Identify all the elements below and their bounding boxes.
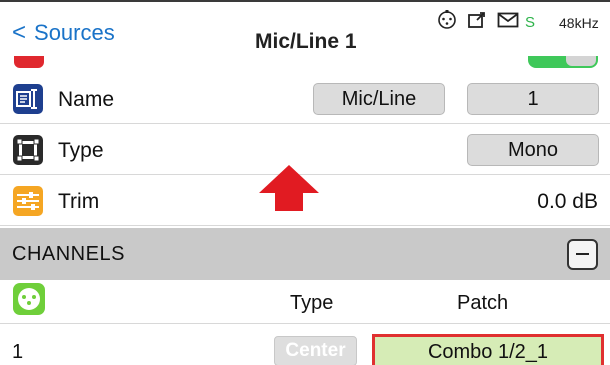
type-value-button[interactable]: Mono [467, 134, 599, 166]
channel-row: 1 Center Combo 1/2_1 [0, 325, 610, 365]
name-number-button[interactable]: 1 [467, 83, 599, 115]
sample-rate: 48kHz [559, 14, 599, 31]
partial-toggle[interactable] [528, 56, 598, 68]
channels-column-header: Type Patch [0, 280, 610, 324]
header: < Sources Mic/Line 1 S 48kHz [0, 2, 610, 56]
trim-value[interactable]: 0.0 dB [537, 190, 598, 214]
mail-icon [497, 12, 519, 33]
channel-number: 1 [12, 341, 24, 363]
trim-sliders-icon [13, 186, 43, 216]
previous-row-partial [0, 56, 610, 74]
name-label: Name [58, 88, 115, 111]
type-icon [13, 135, 43, 165]
name-value-button[interactable]: Mic/Line [313, 83, 445, 115]
channel-type-button[interactable]: Center [274, 336, 357, 365]
name-row: Name Mic/Line 1 [0, 74, 610, 124]
channels-section-header: CHANNELS [0, 228, 610, 280]
status-letter: S [525, 14, 536, 31]
collapse-button[interactable] [567, 239, 598, 270]
partial-red-icon [14, 56, 44, 68]
chevron-left-icon: < [12, 19, 27, 46]
channels-section-label: CHANNELS [12, 243, 125, 265]
xlr-connector-icon [13, 283, 45, 315]
back-button[interactable]: < Sources [12, 20, 115, 46]
channel-patch-button[interactable]: Combo 1/2_1 [372, 334, 604, 365]
device-icon [467, 11, 487, 34]
column-patch-header: Patch [457, 292, 509, 314]
name-icon [13, 84, 43, 114]
up-arrow-icon [257, 165, 321, 218]
column-type-header: Type [290, 292, 334, 314]
trim-label: Trim [58, 190, 100, 213]
xlr-status-icon [437, 10, 457, 35]
back-label: Sources [34, 20, 115, 45]
status-bar: S 48kHz [437, 10, 599, 35]
page-title: Mic/Line 1 [255, 30, 357, 53]
type-label: Type [58, 139, 104, 162]
